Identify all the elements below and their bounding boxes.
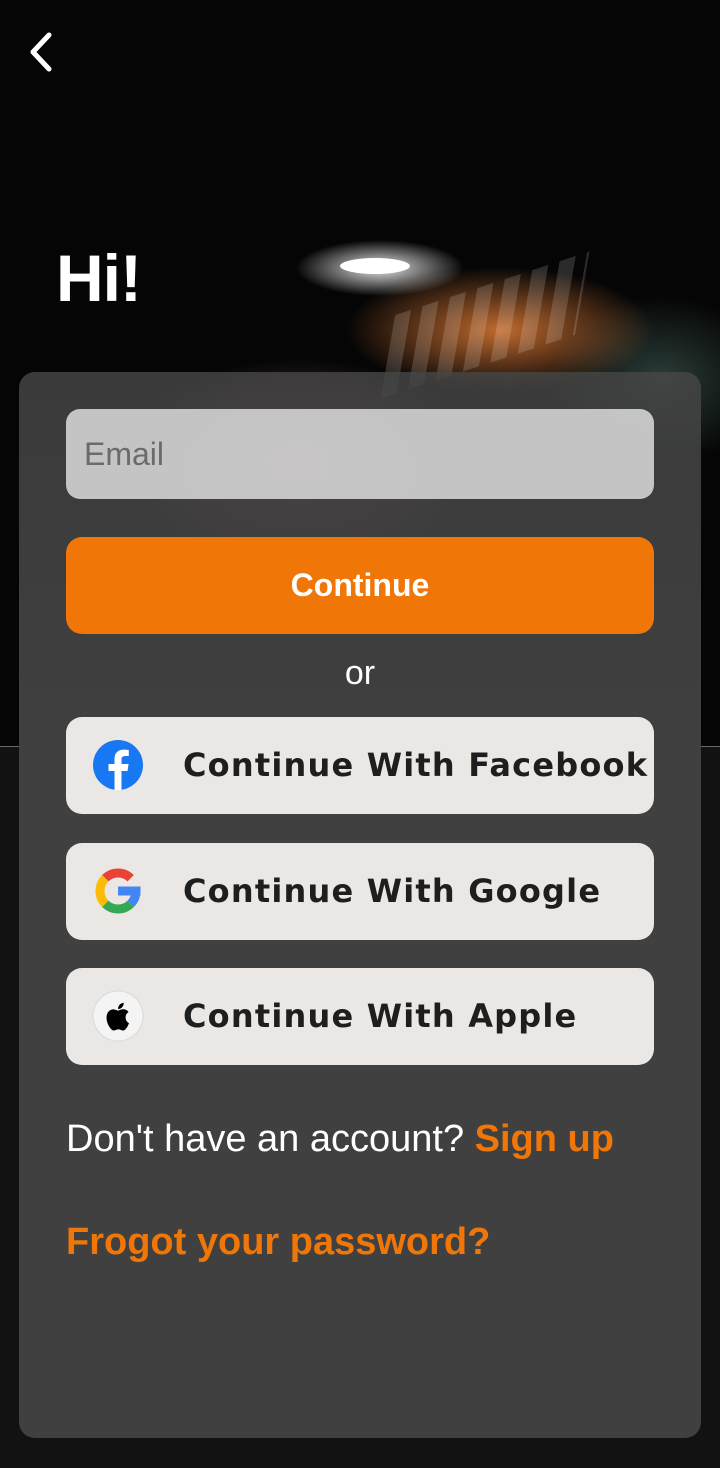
continue-with-apple-button[interactable]: Continue With Apple <box>66 968 654 1065</box>
sign-up-link[interactable]: Sign up <box>475 1118 614 1160</box>
no-account-text: Don't have an account? <box>66 1118 465 1160</box>
laptop-logo-glow <box>340 258 410 274</box>
forgot-password-link[interactable]: Frogot your password? <box>66 1221 490 1264</box>
continue-button[interactable]: Continue <box>66 537 654 634</box>
chevron-left-icon <box>30 32 52 72</box>
apple-button-label: Continue With Apple <box>183 997 578 1035</box>
continue-with-google-button[interactable]: Continue With Google <box>66 843 654 940</box>
google-button-label: Continue With Google <box>183 872 602 910</box>
email-input[interactable] <box>82 434 638 474</box>
greeting-title: Hi! <box>56 241 142 315</box>
facebook-button-label: Continue With Facebook <box>183 746 649 784</box>
apple-icon <box>92 990 144 1042</box>
signup-prompt: Don't have an account? Sign up <box>66 1118 614 1161</box>
email-field[interactable] <box>66 409 654 499</box>
continue-with-facebook-button[interactable]: Continue With Facebook <box>66 717 654 814</box>
facebook-icon <box>93 740 143 790</box>
back-button[interactable] <box>18 30 62 74</box>
google-icon <box>95 868 141 914</box>
or-divider-text: or <box>344 654 376 692</box>
